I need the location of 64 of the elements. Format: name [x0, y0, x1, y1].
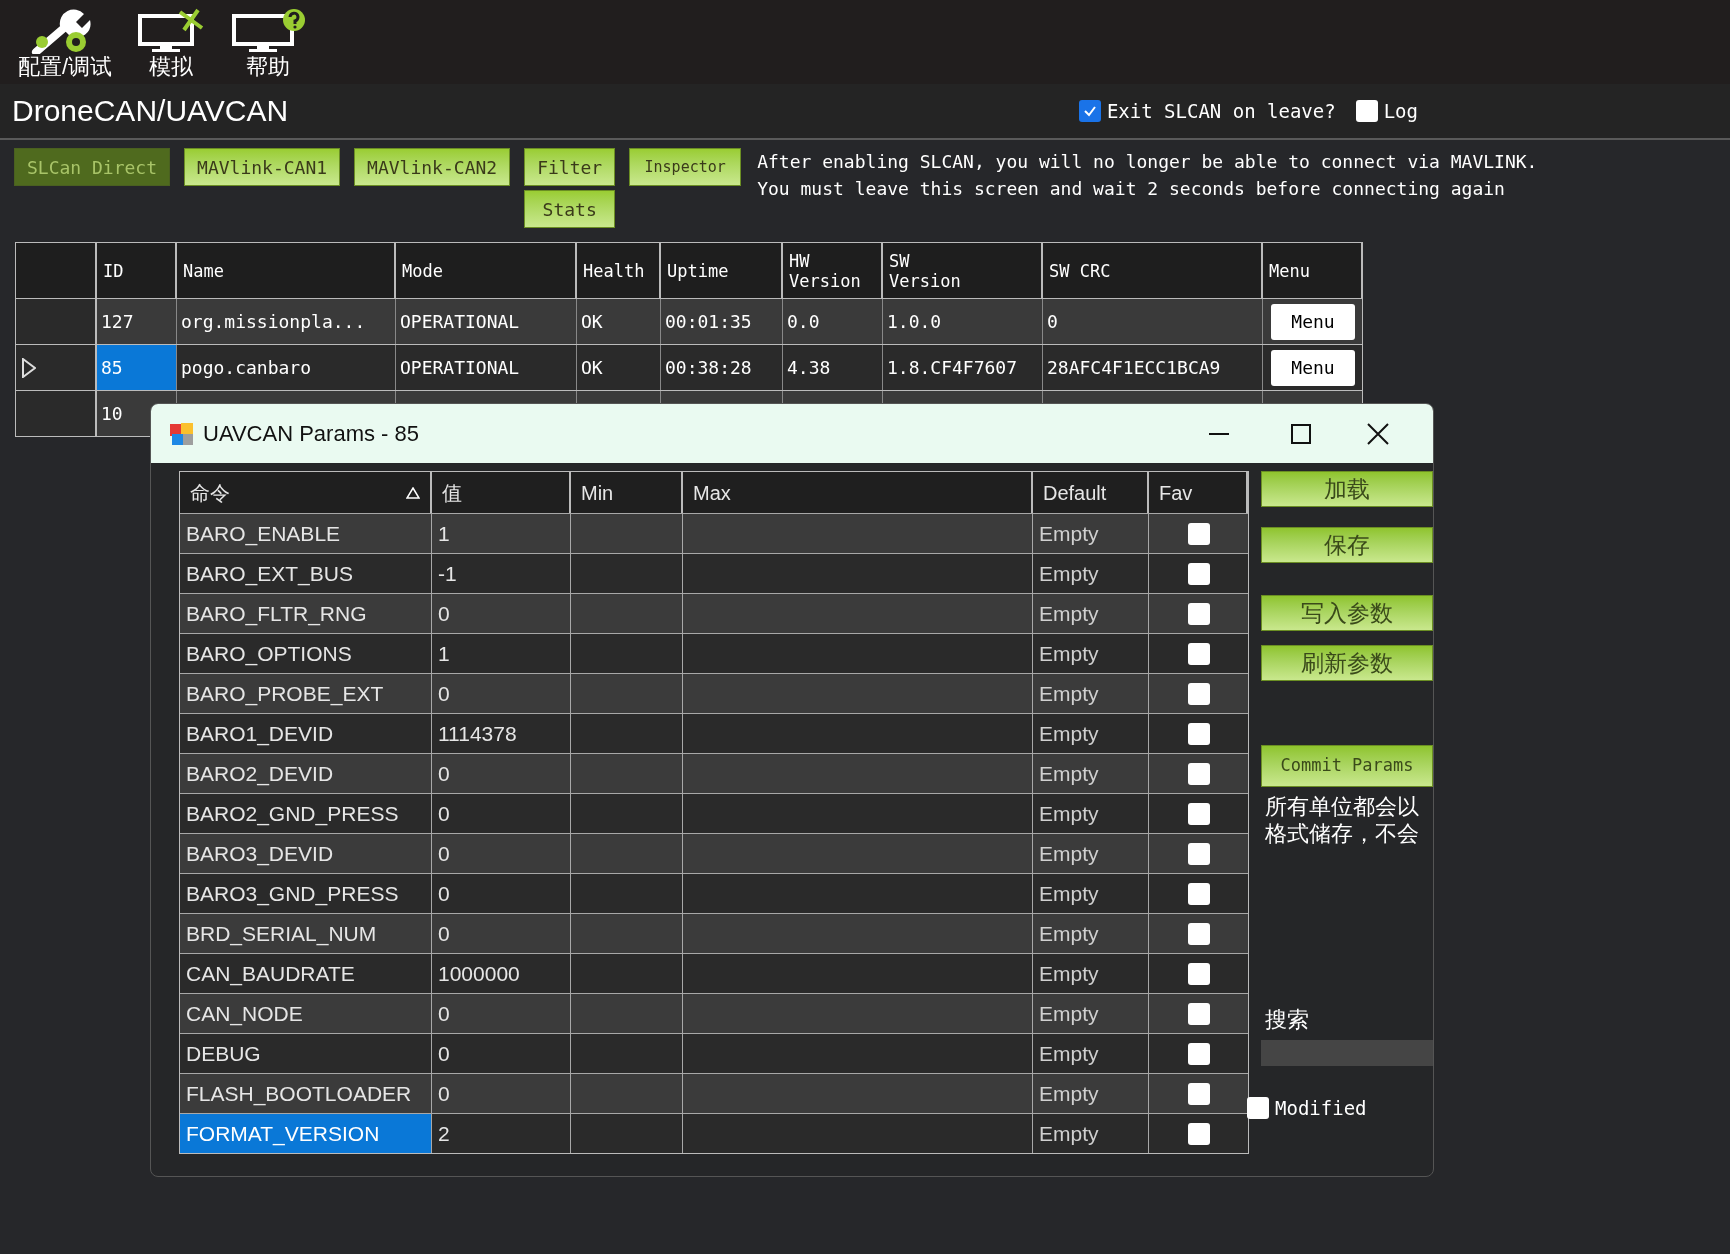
app-icon: [169, 420, 195, 447]
table-cell: 2: [432, 1114, 571, 1153]
column-header[interactable]: 值: [442, 477, 462, 508]
column-header[interactable]: Min: [581, 477, 614, 508]
search-field[interactable]: [1261, 1040, 1433, 1066]
favorite-checkbox[interactable]: [1187, 762, 1210, 785]
action-button[interactable]: 刷新参数: [1261, 645, 1433, 681]
favorite-checkbox[interactable]: [1187, 1042, 1210, 1065]
modified-checkbox[interactable]: [1247, 1097, 1269, 1120]
info-text: You must leave this screen and wait 2 seconds before connecting again: [757, 177, 1506, 201]
note-text: 格式储存，不会: [1265, 820, 1420, 847]
column-header[interactable]: Max: [693, 477, 731, 508]
minimize-icon[interactable]: [1209, 432, 1229, 435]
favorite-checkbox[interactable]: [1187, 602, 1210, 625]
column-header[interactable]: Fav: [1159, 477, 1193, 508]
favorite-checkbox[interactable]: [1187, 1122, 1210, 1145]
favorite-checkbox[interactable]: [1187, 922, 1210, 945]
favorite-checkbox[interactable]: [1187, 682, 1210, 705]
row-header[interactable]: [16, 299, 97, 344]
stats-button[interactable]: Stats: [524, 190, 616, 228]
toolbar-button-label[interactable]: 模拟: [149, 54, 194, 80]
action-button[interactable]: 加载: [1261, 471, 1433, 507]
menu-button[interactable]: Menu: [1271, 349, 1355, 386]
column-header[interactable]: Default: [1043, 477, 1107, 508]
mode-button[interactable]: MAVlink-CAN1: [184, 148, 341, 186]
inspector-button[interactable]: Inspector: [629, 148, 742, 186]
filter-button[interactable]: Filter: [524, 148, 616, 186]
monitor-help-icon: [230, 8, 307, 54]
mode-button[interactable]: MAVlink-CAN2: [354, 148, 511, 186]
note-text: 所有单位都会以: [1265, 793, 1420, 820]
table-cell: Empty: [1033, 1114, 1149, 1153]
favorite-checkbox[interactable]: [1187, 642, 1210, 665]
action-button[interactable]: 保存: [1261, 527, 1433, 563]
page-title: DroneCAN/UAVCAN: [12, 96, 289, 126]
favorite-checkbox[interactable]: [1187, 802, 1210, 825]
checkbox-label: Log: [1383, 98, 1418, 124]
favorite-checkbox[interactable]: [1187, 522, 1210, 545]
favorite-checkbox[interactable]: [1187, 882, 1210, 905]
table-cell: FORMAT_VERSION: [180, 1114, 432, 1153]
close-icon[interactable]: [1367, 422, 1389, 445]
maximize-icon[interactable]: [1291, 423, 1311, 444]
column-header[interactable]: 命令: [190, 477, 230, 508]
checkbox[interactable]: [1355, 100, 1378, 122]
checkbox-label: Modified: [1275, 1096, 1367, 1121]
commit-params-button[interactable]: Commit Params: [1261, 745, 1433, 787]
sort-icon: [406, 486, 420, 499]
favorite-checkbox[interactable]: [1187, 722, 1210, 745]
checkbox[interactable]: [1078, 100, 1101, 122]
info-text: After enabling SLCAN, you will no longer be able to connect via MAVLINK.: [757, 150, 1538, 174]
search-label: 搜索: [1264, 1006, 1310, 1034]
dialog-title: UAVCAN Params - 85: [203, 420, 419, 448]
toolbar-button-label[interactable]: 配置/调试: [18, 54, 113, 80]
table-cell: 85: [97, 345, 177, 390]
menu-button[interactable]: Menu: [1271, 303, 1355, 340]
toolbar-button-label[interactable]: 帮助: [246, 54, 291, 80]
check-icon: [1082, 104, 1097, 118]
action-button[interactable]: 写入参数: [1261, 595, 1433, 631]
row-header[interactable]: [16, 391, 97, 436]
favorite-checkbox[interactable]: [1187, 1002, 1210, 1025]
favorite-checkbox[interactable]: [1187, 562, 1210, 585]
favorite-checkbox[interactable]: [1187, 1082, 1210, 1105]
checkbox-label: Exit SLCAN on leave?: [1106, 98, 1336, 124]
favorite-checkbox[interactable]: [1187, 842, 1210, 865]
favorite-checkbox[interactable]: [1187, 962, 1210, 985]
